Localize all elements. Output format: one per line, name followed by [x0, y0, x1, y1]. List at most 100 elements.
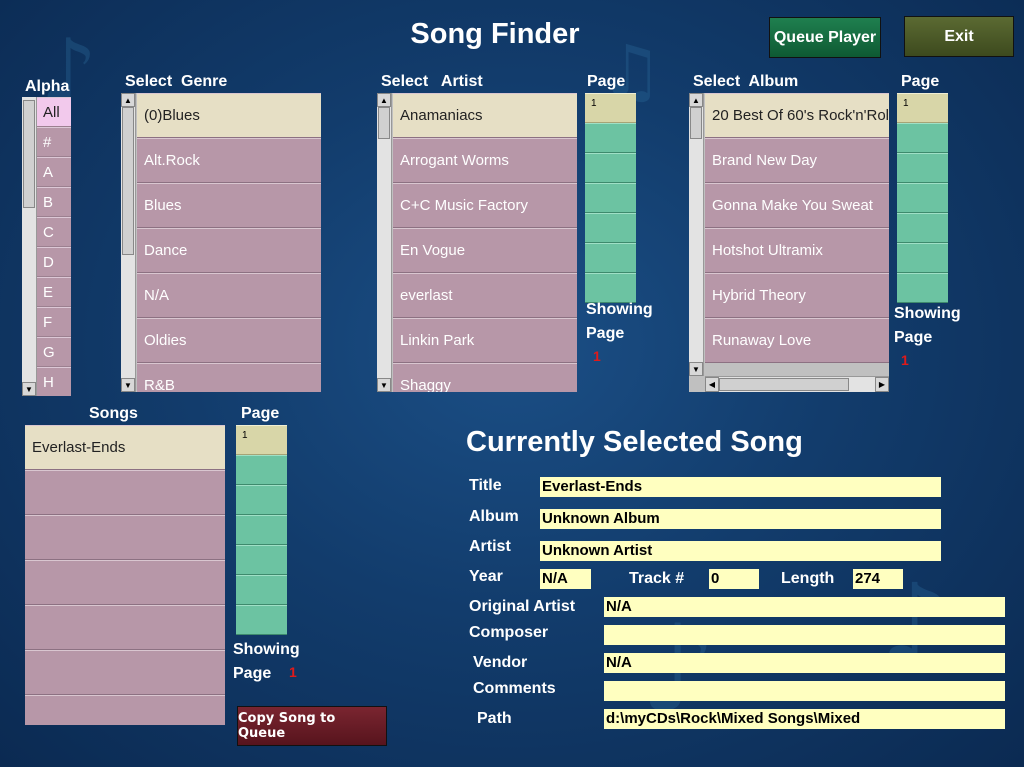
alpha-list[interactable]: ▼ All # A B C D E F G H — [22, 97, 71, 396]
songs-list-item[interactable]: Everlast-Ends — [25, 425, 225, 470]
artist-list-item[interactable]: Linkin Park — [393, 318, 577, 363]
page-cell[interactable] — [897, 213, 948, 243]
page-cell[interactable]: 1 — [897, 93, 948, 123]
alpha-list-item[interactable]: E — [37, 277, 71, 307]
alpha-list-item[interactable]: D — [37, 247, 71, 277]
showing-text: Showing — [233, 641, 300, 658]
composer-field — [604, 625, 1005, 645]
genre-list-item[interactable]: Blues — [137, 183, 321, 228]
artist-page-header: Page — [587, 73, 626, 90]
page-cell[interactable] — [236, 515, 287, 545]
year-field: N/A — [540, 569, 591, 589]
genre-list-item[interactable]: (0)Blues — [137, 93, 321, 138]
page-cell[interactable] — [897, 183, 948, 213]
songs-list-item[interactable] — [25, 695, 225, 725]
alpha-list-item[interactable]: H — [37, 367, 71, 396]
page-cell[interactable] — [897, 273, 948, 303]
artist-list-item[interactable]: Anamaniacs — [393, 93, 577, 138]
genre-list-item[interactable]: N/A — [137, 273, 321, 318]
songs-list-item[interactable] — [25, 515, 225, 560]
album-label: Album — [469, 508, 519, 525]
page-cell[interactable] — [236, 575, 287, 605]
scroll-thumb[interactable] — [122, 107, 134, 255]
scroll-up-icon[interactable]: ▲ — [377, 93, 391, 107]
songs-list-item[interactable] — [25, 605, 225, 650]
artist-list-item[interactable]: everlast — [393, 273, 577, 318]
songs-list-item[interactable] — [25, 650, 225, 695]
page-cell[interactable] — [585, 183, 636, 213]
page-cell[interactable]: 1 — [236, 425, 287, 455]
album-list-item[interactable]: Runaway Love — [705, 318, 889, 363]
alpha-list-item[interactable]: All — [37, 97, 71, 127]
page-cell[interactable] — [585, 213, 636, 243]
scroll-down-icon[interactable]: ▼ — [121, 378, 135, 392]
songs-list-item[interactable] — [25, 560, 225, 605]
alpha-list-item[interactable]: A — [37, 157, 71, 187]
length-label: Length — [781, 570, 835, 587]
artist-list-item[interactable]: En Vogue — [393, 228, 577, 273]
artist-list-item[interactable]: Arrogant Worms — [393, 138, 577, 183]
scroll-thumb[interactable] — [719, 378, 849, 391]
artist-list-item[interactable]: Shaggy — [393, 363, 577, 392]
scroll-thumb[interactable] — [690, 107, 702, 139]
alpha-list-item[interactable]: F — [37, 307, 71, 337]
copy-song-to-queue-button[interactable]: Copy Song to Queue — [237, 706, 387, 746]
album-list-item[interactable]: Gonna Make You Sweat — [705, 183, 889, 228]
songs-page-header: Page — [241, 405, 280, 422]
genre-header: Select Genre — [125, 73, 228, 90]
genre-list-item[interactable]: Dance — [137, 228, 321, 273]
genre-list[interactable]: ▲ ▼ (0)Blues Alt.Rock Blues Dance N/A Oldies R… — [121, 93, 321, 392]
exit-button[interactable]: Exit — [904, 16, 1014, 57]
alpha-scrollbar[interactable]: ▼ — [22, 97, 37, 396]
queue-player-button[interactable]: Queue Player — [769, 17, 881, 58]
scroll-thumb[interactable] — [23, 100, 35, 208]
genre-list-item[interactable]: R&B — [137, 363, 321, 392]
artist-showing-label: Showing Page — [586, 298, 653, 346]
album-list[interactable]: ▲ ▼ 20 Best Of 60's Rock'n'Roll Brand New… — [689, 93, 889, 392]
album-hscrollbar[interactable]: ◀ ▶ — [705, 376, 889, 392]
songs-list[interactable]: Everlast-Ends — [25, 425, 225, 725]
album-list-item[interactable]: Hybrid Theory — [705, 273, 889, 318]
vendor-field: N/A — [604, 653, 1005, 673]
genre-list-item[interactable]: Alt.Rock — [137, 138, 321, 183]
page-cell[interactable] — [897, 123, 948, 153]
album-list-item[interactable]: Brand New Day — [705, 138, 889, 183]
page-cell[interactable] — [236, 545, 287, 575]
genre-scrollbar[interactable]: ▲ ▼ — [121, 93, 136, 392]
artist-scrollbar[interactable]: ▲ ▼ — [377, 93, 392, 392]
album-showing-label: Showing Page — [894, 302, 961, 350]
page-cell[interactable] — [236, 455, 287, 485]
artist-list[interactable]: ▲ ▼ Anamaniacs Arrogant Worms C+C Music Fa… — [377, 93, 577, 392]
scroll-up-icon[interactable]: ▲ — [121, 93, 135, 107]
alpha-list-item[interactable]: C — [37, 217, 71, 247]
page-cell[interactable] — [897, 243, 948, 273]
page-cell[interactable] — [236, 605, 287, 635]
page-cell[interactable] — [897, 153, 948, 183]
page-cell[interactable] — [585, 153, 636, 183]
genre-list-item[interactable]: Oldies — [137, 318, 321, 363]
scroll-down-icon[interactable]: ▼ — [377, 378, 391, 392]
scroll-left-icon[interactable]: ◀ — [705, 377, 719, 392]
showing-text: Showing — [894, 305, 961, 322]
page-cell[interactable] — [585, 123, 636, 153]
page-cell[interactable]: 1 — [585, 93, 636, 123]
vendor-label: Vendor — [473, 654, 528, 671]
album-list-item[interactable]: 20 Best Of 60's Rock'n'Roll — [705, 93, 889, 138]
comments-label: Comments — [473, 680, 556, 697]
alpha-list-item[interactable]: B — [37, 187, 71, 217]
scroll-down-icon[interactable]: ▼ — [22, 382, 36, 396]
album-field: Unknown Album — [540, 509, 941, 529]
alpha-list-item[interactable]: # — [37, 127, 71, 157]
alpha-list-item[interactable]: G — [37, 337, 71, 367]
year-label: Year — [469, 568, 503, 585]
page-cell[interactable] — [236, 485, 287, 515]
scroll-down-icon[interactable]: ▼ — [689, 362, 703, 376]
scroll-right-icon[interactable]: ▶ — [875, 377, 889, 392]
scroll-thumb[interactable] — [378, 107, 390, 139]
album-list-item[interactable]: Hotshot Ultramix — [705, 228, 889, 273]
songs-list-item[interactable] — [25, 470, 225, 515]
page-cell[interactable] — [585, 243, 636, 273]
scroll-up-icon[interactable]: ▲ — [689, 93, 703, 107]
album-scrollbar[interactable]: ▲ ▼ — [689, 93, 704, 376]
artist-list-item[interactable]: C+C Music Factory — [393, 183, 577, 228]
